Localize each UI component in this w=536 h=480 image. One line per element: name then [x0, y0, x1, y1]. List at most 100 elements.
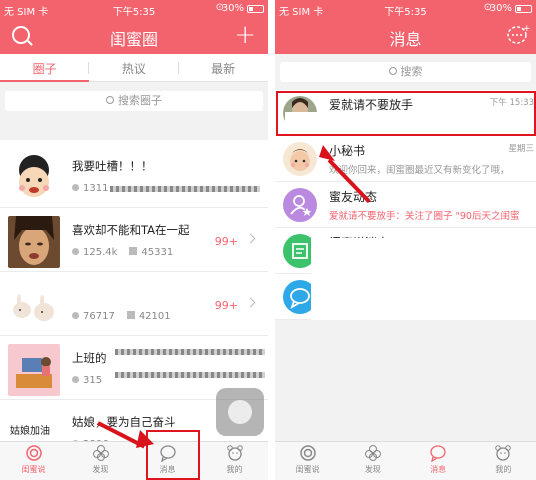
- avatar: [283, 142, 317, 176]
- swirl-icon: [299, 445, 316, 461]
- assistive-touch-button[interactable]: [216, 388, 264, 436]
- battery-icon: [247, 5, 264, 13]
- chat-bubble-icon: [430, 445, 446, 462]
- tab-bar-item-mine[interactable]: 我的: [201, 444, 268, 475]
- post-icon: [126, 311, 135, 319]
- bunny-thumbnail: [8, 280, 60, 332]
- list-item[interactable]: 我要吐槽！！！ 1311: [0, 144, 268, 208]
- status-bar: 无 SIM 卡 下午5:35 ⊙ 30%: [0, 0, 268, 18]
- circle-meta: 76717 42101: [72, 311, 171, 322]
- tab-circles[interactable]: 圈子: [0, 60, 89, 77]
- battery-percent: 30%: [489, 3, 512, 14]
- circle-meta: 125.4k 45331: [72, 247, 173, 258]
- message-preview: 爱就请不要放手：关注了圈子 "90后天之闺蜜: [329, 211, 520, 222]
- carrier-label: 无 SIM 卡: [279, 7, 324, 18]
- privacy-mask: [311, 238, 536, 274]
- redaction-scribble: [110, 186, 260, 192]
- list-item[interactable]: 76717 42101 99+: [0, 272, 268, 336]
- screen-divider: [268, 0, 275, 480]
- circle-title: 上班的: [72, 351, 107, 365]
- tab-latest[interactable]: 最新: [178, 60, 267, 77]
- tab-bar-item-guimishuo[interactable]: 闺蜜说: [275, 444, 340, 475]
- circle-search-input[interactable]: 搜索圈子: [5, 91, 263, 111]
- tab-hot[interactable]: 热议: [89, 60, 178, 77]
- highlight-box-messages-tab: [146, 430, 200, 480]
- tab-bar-item-guimishuo[interactable]: 闺蜜说: [0, 444, 67, 475]
- tab-bar-label: 发现: [364, 465, 381, 474]
- cartoon-girl-thumbnail: [8, 152, 60, 204]
- active-tab-indicator: [0, 80, 90, 82]
- arrow-head-icon: [136, 430, 154, 448]
- circle-title: 姑娘，要为自己奋斗: [72, 415, 176, 429]
- tab-bar-label: 我的: [495, 465, 512, 474]
- circle-title: 喜欢却不能和TA在一起: [72, 223, 190, 237]
- tab-bar-label: 我的: [226, 465, 243, 474]
- search-placeholder: 搜索: [400, 65, 423, 78]
- status-time: 下午5:35: [112, 7, 156, 18]
- right-screen: 无 SIM 卡 下午5:35 ⊙ 30% 消息 + 搜索 爱就请不要放手 下午 …: [275, 0, 536, 480]
- bear-face-icon: [226, 445, 243, 461]
- redaction-scribble: [115, 372, 265, 378]
- bottom-tab-bar: 闺蜜说 发现 消息 我的: [275, 441, 536, 480]
- list-item[interactable]: 喜欢却不能和TA在一起 125.4k 45331 99+: [0, 208, 268, 272]
- thumb-caption: 姑娘加油: [10, 424, 50, 437]
- tab-bar-item-discover[interactable]: 发现: [340, 444, 405, 475]
- tab-bar-item-messages[interactable]: 消息: [406, 444, 471, 475]
- member-icon: [72, 376, 79, 383]
- page-title: 闺蜜圈: [109, 30, 158, 49]
- status-time: 下午5:35: [384, 7, 427, 18]
- list-item[interactable]: 闺蜜说消息: [275, 228, 536, 274]
- category-tabs: 圈子 热议 最新: [0, 54, 268, 82]
- bear-face-icon: [495, 445, 512, 461]
- search-placeholder: 搜索圈子: [118, 94, 162, 107]
- left-screen: 无 SIM 卡 下午5:35 ⊙ 30% 闺蜜圈 + 圈子 热议 最新 搜索圈子…: [0, 0, 268, 480]
- svg-text:+: +: [523, 24, 530, 34]
- list-item[interactable]: [275, 274, 536, 320]
- battery-icon: [515, 5, 532, 13]
- nav-bar: 闺蜜圈 +: [0, 18, 268, 54]
- add-icon[interactable]: +: [234, 22, 256, 48]
- nav-bar: 消息 +: [275, 18, 536, 54]
- tab-bar-item-discover[interactable]: 发现: [67, 444, 134, 475]
- tab-bar-item-mine[interactable]: 我的: [471, 444, 536, 475]
- message-time: 星期三: [508, 144, 534, 154]
- carrier-label: 无 SIM 卡: [4, 7, 49, 18]
- member-count: 125.4k: [83, 247, 118, 258]
- post-count: 45331: [141, 247, 174, 258]
- member-count: 76717: [83, 311, 115, 322]
- battery-percent: 30%: [221, 3, 244, 14]
- circle-meta: 1311: [72, 183, 108, 194]
- swirl-icon: [25, 445, 42, 461]
- message-title: 蜜友动态: [329, 190, 378, 204]
- member-count: 315: [83, 375, 103, 386]
- tab-bar-label: 闺蜜说: [21, 465, 46, 474]
- new-chat-icon[interactable]: +: [506, 24, 530, 46]
- unread-badge: 99+: [214, 299, 238, 312]
- post-count: 42101: [138, 311, 171, 322]
- post-icon: [129, 247, 138, 255]
- member-icon: [72, 312, 79, 319]
- circle-title: 我要吐槽！！！: [72, 159, 153, 173]
- list-item[interactable]: 小秘书 欢迎你回来，闺蜜圈最近又有新变化了哦， 星期三: [275, 136, 536, 182]
- list-item[interactable]: 蜜友动态 爱就请不要放手：关注了圈子 "90后天之闺蜜: [275, 182, 536, 228]
- chevron-right-icon: [245, 233, 256, 244]
- flower-icon: [364, 445, 381, 461]
- crying-girl-thumbnail: [8, 216, 60, 268]
- flower-icon: [92, 445, 109, 461]
- highlight-box-first-message: [276, 91, 536, 136]
- status-bar: 无 SIM 卡 下午5:35 ⊙ 30%: [275, 0, 536, 18]
- member-icon: [72, 184, 79, 191]
- magnifier-icon: [106, 96, 114, 104]
- chevron-right-icon: [245, 297, 256, 308]
- tab-bar-label: 发现: [92, 465, 109, 474]
- message-search-input[interactable]: 搜索: [280, 62, 531, 82]
- member-count: 1311: [83, 183, 109, 194]
- tab-bar-label: 消息: [430, 465, 447, 474]
- member-icon: [72, 248, 79, 255]
- office-thumbnail: [8, 344, 60, 396]
- privacy-mask: [311, 274, 536, 320]
- circle-meta: 315: [72, 375, 102, 386]
- page-title: 消息: [389, 30, 422, 49]
- message-preview: 欢迎你回来，闺蜜圈最近又有新变化了哦，: [329, 165, 510, 176]
- magnifier-icon: [388, 67, 397, 75]
